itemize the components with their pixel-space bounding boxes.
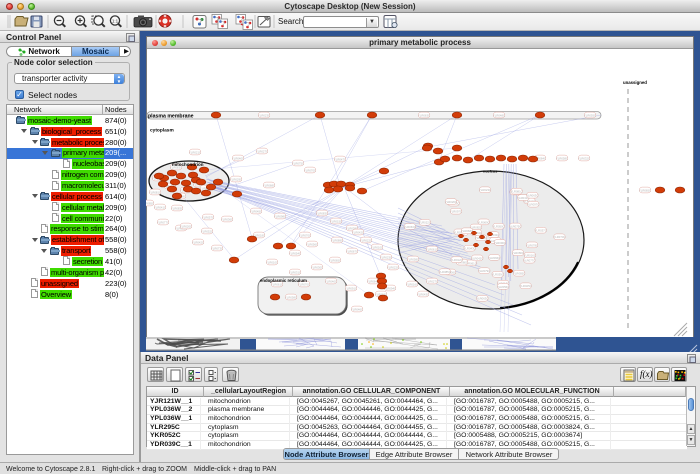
svg-text:YLR042C: YLR042C: [471, 256, 483, 260]
svg-text:YLR026C: YLR026C: [445, 200, 457, 204]
svg-text:YLR056C: YLR056C: [497, 285, 509, 289]
svg-text:YLR056C: YLR056C: [306, 242, 318, 246]
svg-text:YLR070C: YLR070C: [299, 233, 311, 237]
svg-text:YLR010C: YLR010C: [371, 245, 383, 249]
svg-text:YLR090C: YLR090C: [494, 241, 506, 245]
svg-text:YLR085C: YLR085C: [513, 272, 525, 276]
svg-text:YLR097C: YLR097C: [527, 203, 539, 207]
svg-text:YLR063C: YLR063C: [526, 194, 538, 198]
svg-text:YLR042C: YLR042C: [192, 240, 204, 244]
svg-text:YLR073C: YLR073C: [211, 246, 223, 250]
svg-text:YLR091C: YLR091C: [345, 286, 357, 290]
svg-text:YLR083C: YLR083C: [316, 211, 328, 215]
svg-text:YLR083C: YLR083C: [171, 206, 183, 210]
svg-text:YLR037C: YLR037C: [535, 229, 547, 233]
svg-text:YLR078C: YLR078C: [526, 243, 538, 247]
svg-text:endoplasmic reticulum: endoplasmic reticulum: [260, 278, 307, 283]
svg-text:YLR070C: YLR070C: [298, 282, 310, 286]
svg-text:YLR069C: YLR069C: [478, 220, 490, 224]
svg-text:YLR070C: YLR070C: [304, 168, 316, 172]
svg-text:YLR061C: YLR061C: [426, 247, 438, 251]
svg-text:YLR098C: YLR098C: [274, 214, 286, 218]
svg-text:YLR047C: YLR047C: [334, 157, 346, 161]
svg-text:YLR031C: YLR031C: [289, 270, 301, 274]
svg-text:YLR058C: YLR058C: [285, 295, 297, 299]
svg-text:cytoplasm: cytoplasm: [150, 128, 174, 134]
svg-text:YLR046C: YLR046C: [351, 307, 363, 311]
svg-text:YLR022C: YLR022C: [387, 265, 399, 269]
svg-text:YLR063C: YLR063C: [418, 113, 430, 117]
svg-text:YLR030C: YLR030C: [311, 265, 323, 269]
svg-text:YLR097C: YLR097C: [450, 210, 462, 214]
svg-text:YLR010C: YLR010C: [266, 260, 278, 264]
svg-text:YLR085C: YLR085C: [146, 201, 154, 205]
svg-text:YLR058C: YLR058C: [556, 156, 568, 160]
svg-text:YLR023C: YLR023C: [380, 255, 392, 259]
svg-text:YLR050C: YLR050C: [493, 225, 505, 229]
svg-text:YLR048C: YLR048C: [493, 113, 505, 117]
svg-text:YLR041C: YLR041C: [154, 205, 166, 209]
svg-text:plasma membrane: plasma membrane: [148, 114, 194, 120]
svg-text:1:1: 1:1: [112, 19, 119, 24]
svg-text:YLR032C: YLR032C: [578, 156, 590, 160]
svg-text:YLR068C: YLR068C: [263, 183, 275, 187]
svg-text:YLR040C: YLR040C: [232, 156, 244, 160]
svg-text:YLR058C: YLR058C: [407, 257, 419, 261]
svg-text:YLR025C: YLR025C: [520, 284, 532, 288]
svg-text:YLR027C: YLR027C: [426, 279, 438, 283]
svg-text:YLR021C: YLR021C: [189, 150, 201, 154]
svg-text:YLR081C: YLR081C: [511, 190, 523, 194]
svg-text:YLR063C: YLR063C: [476, 297, 488, 301]
svg-text:YLR085C: YLR085C: [439, 270, 451, 274]
svg-text:YLR012C: YLR012C: [451, 258, 463, 262]
svg-text:YLR027C: YLR027C: [256, 149, 268, 153]
svg-text:YLR016C: YLR016C: [524, 254, 536, 258]
svg-text:YLR042C: YLR042C: [352, 230, 364, 234]
svg-text:YLR067C: YLR067C: [346, 249, 358, 253]
svg-text:YLR073C: YLR073C: [553, 235, 565, 239]
svg-text:YLR023C: YLR023C: [258, 113, 270, 117]
svg-text:unassigned: unassigned: [623, 80, 647, 85]
svg-text:YLR075C: YLR075C: [509, 224, 521, 228]
svg-text:YLR066C: YLR066C: [488, 256, 500, 260]
svg-text:YLR079C: YLR079C: [478, 269, 490, 273]
svg-text:YLR020C: YLR020C: [180, 224, 192, 228]
svg-text:YLR036C: YLR036C: [221, 217, 233, 221]
svg-text:YLR077C: YLR077C: [157, 220, 169, 224]
svg-text:YLR089C: YLR089C: [331, 238, 343, 242]
svg-text:YLR081C: YLR081C: [149, 190, 161, 194]
svg-text:YLR057C: YLR057C: [202, 215, 214, 219]
svg-text:YLR022C: YLR022C: [419, 221, 431, 225]
svg-text:YLR022C: YLR022C: [360, 238, 372, 242]
svg-text:YLR065C: YLR065C: [329, 258, 341, 262]
svg-text:YLR052C: YLR052C: [201, 229, 213, 233]
svg-text:YLR061C: YLR061C: [271, 282, 283, 286]
svg-text:YLR075C: YLR075C: [292, 161, 304, 165]
svg-text:mitochondrion: mitochondrion: [172, 162, 204, 167]
svg-text:YLR016C: YLR016C: [406, 282, 418, 286]
svg-text:YLR039C: YLR039C: [492, 273, 504, 277]
svg-text:YLR023C: YLR023C: [479, 188, 491, 192]
svg-text:YLR015C: YLR015C: [330, 219, 342, 223]
svg-text:YLR029C: YLR029C: [230, 177, 242, 181]
svg-text:YLR063C: YLR063C: [404, 225, 416, 229]
svg-text:YLR043C: YLR043C: [464, 247, 476, 251]
svg-text:YLR080C: YLR080C: [512, 251, 524, 255]
svg-text:YLR077C: YLR077C: [523, 259, 535, 263]
svg-text:YLR043C: YLR043C: [417, 292, 429, 296]
svg-text:YLR045C: YLR045C: [250, 209, 262, 213]
svg-text:YLR065C: YLR065C: [639, 188, 651, 192]
svg-text:YLR040C: YLR040C: [325, 279, 337, 283]
svg-text:YLR055C: YLR055C: [584, 113, 596, 117]
svg-text:nucleus: nucleus: [483, 170, 497, 174]
svg-text:YLR054C: YLR054C: [289, 251, 301, 255]
